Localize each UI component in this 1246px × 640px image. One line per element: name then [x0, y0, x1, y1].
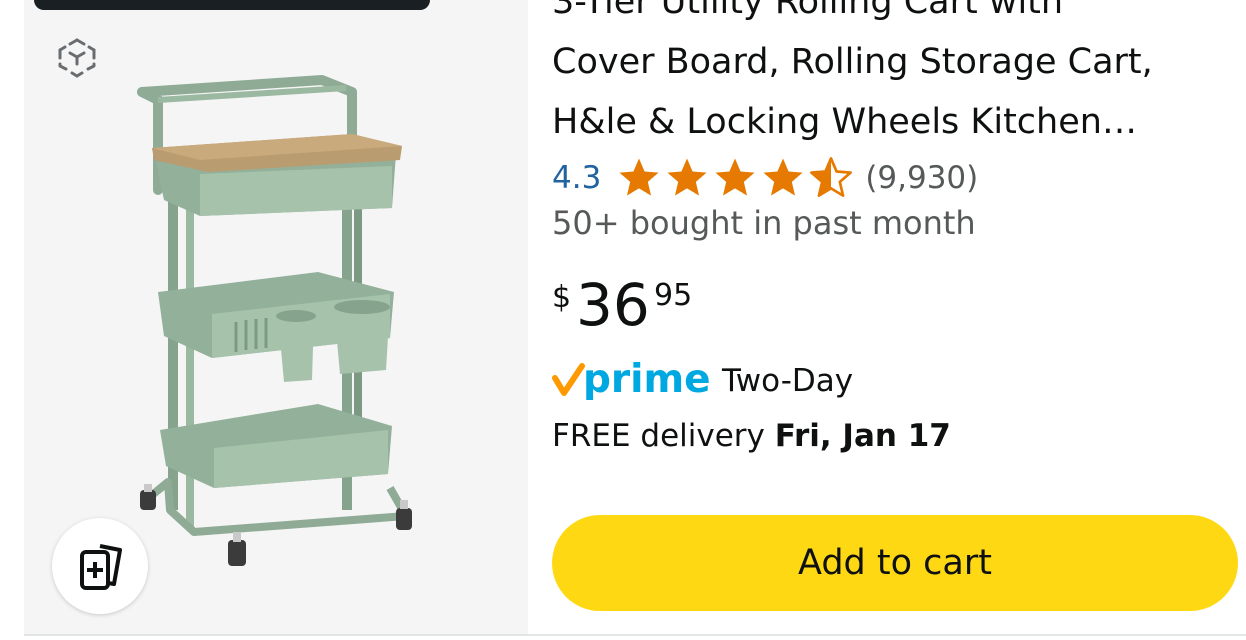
add-to-cart-label: Add to cart [798, 543, 992, 583]
bought-in-past-month: 50+ bought in past month [552, 204, 976, 242]
prime-logo-text: prime [583, 357, 711, 402]
delivery-date: Fri, Jan 17 [774, 418, 951, 454]
rating-value: 4.3 [552, 160, 602, 196]
add-to-cart-button[interactable]: Add to cart [552, 515, 1238, 611]
top-overlay-bar [34, 0, 430, 10]
delivery-label: FREE delivery [552, 418, 765, 454]
price-whole: 36 [576, 271, 650, 339]
prime-row: prime Two-Day [552, 356, 853, 406]
title-line-2: Cover Board, Rolling Storage Cart, [552, 42, 1153, 82]
delivery-info: FREE delivery Fri, Jan 17 [552, 418, 951, 454]
prime-logo-icon: prime [552, 357, 711, 402]
star-full-icon [667, 158, 707, 196]
star-full-icon [763, 158, 803, 196]
title-line-3: H&le & Locking Wheels Kitchen… [552, 102, 1137, 142]
compare-button[interactable] [52, 518, 148, 614]
product-image[interactable] [128, 70, 428, 590]
view-in-3d-icon[interactable] [54, 34, 100, 80]
prime-speed: Two-Day [722, 363, 854, 399]
star-rating [615, 155, 855, 201]
product-title[interactable]: 3-Tier Utility Rolling Cart with Cover B… [552, 0, 1232, 152]
star-full-icon [715, 158, 755, 196]
title-line-1: 3-Tier Utility Rolling Cart with [552, 0, 1064, 22]
price-fraction: 95 [654, 278, 693, 313]
price-symbol: $ [552, 280, 572, 315]
rating-count: (9,930) [865, 160, 979, 196]
star-full-icon [619, 158, 659, 196]
star-half-icon [810, 157, 853, 197]
compare-cards-icon [80, 544, 122, 590]
rating-row[interactable]: 4.3 (9,930) [552, 154, 978, 202]
